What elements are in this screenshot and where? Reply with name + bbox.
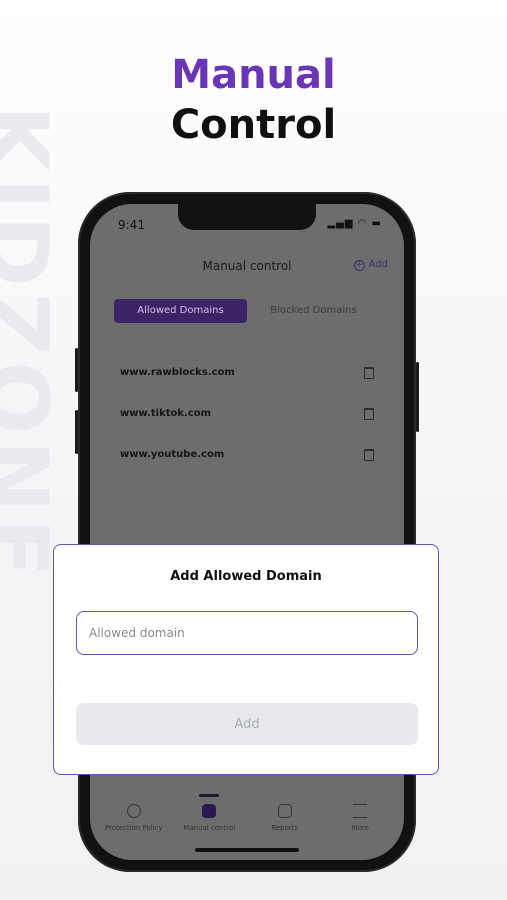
home-indicator [195,848,299,852]
reports-icon [277,804,292,818]
trash-icon[interactable] [364,366,374,379]
tab-label: More [351,824,369,832]
power-button [416,362,419,432]
domain-list: www.rawblocks.com www.tiktok.com www.you… [120,352,374,475]
shield-check-icon [126,804,141,818]
background-watermark: KIDZONE [0,105,66,584]
list-item: www.tiktok.com [120,393,374,434]
plus-circle-icon: + [353,260,365,271]
status-icons: ▂▄▆ ◠ ▬ [327,218,382,229]
volume-up-button [75,348,78,392]
volume-down-button [75,410,78,454]
menu-icon [353,804,368,818]
shield-icon [202,804,217,818]
add-domain-label: Add [368,259,388,270]
add-allowed-domain-dialog: Add Allowed Domain Add [53,544,439,775]
status-time: 9:41 [118,218,145,232]
dialog-title: Add Allowed Domain [170,569,322,584]
tab-label: Reports [271,824,299,832]
tab-allowed-domains[interactable]: Allowed Domains [114,299,247,323]
tab-blocked-domains[interactable]: Blocked Domains [247,299,380,323]
headline-line-1: Manual [171,52,336,98]
phone-notch [178,204,316,230]
trash-icon[interactable] [364,448,374,461]
tab-label: Manual control [183,824,236,832]
trash-icon[interactable] [364,407,374,420]
tab-label: Protection Policy [104,824,163,832]
domain-tabs: Allowed Domains Blocked Domains [114,299,380,323]
add-button[interactable]: Add [76,703,418,745]
active-tab-indicator [199,794,220,797]
headline-line-2: Control [170,102,337,148]
domain-text: www.tiktok.com [120,408,212,419]
tab-protection-policy[interactable]: Protection Policy [96,790,172,860]
domain-text: www.youtube.com [120,449,225,460]
list-item: www.youtube.com [120,434,374,475]
tab-more[interactable]: More [323,790,399,860]
domain-text: www.rawblocks.com [120,367,235,378]
add-domain-button[interactable]: + Add [353,259,388,271]
list-item: www.rawblocks.com [120,352,374,393]
allowed-domain-input[interactable] [76,611,418,655]
